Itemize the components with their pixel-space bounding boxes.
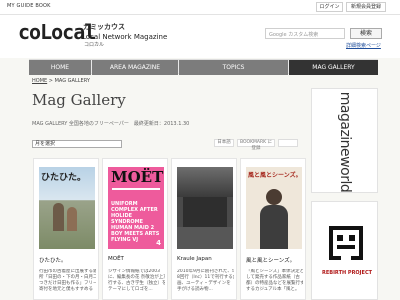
magazine-description: 2010年9月に創刊された、年 8回行（Inc）11で刊行する企 画、ユーティ・… <box>177 269 234 292</box>
nav-home[interactable]: HOME <box>29 60 91 75</box>
breadcrumb-separator: > <box>48 78 53 84</box>
register-button[interactable]: 新規会員登録 <box>346 2 386 12</box>
search-input[interactable]: Google カスタム検索 <box>265 28 345 39</box>
logo-kana-sub: コロカル <box>84 42 105 48</box>
rebirth-project-text: REBIRTH PROJECT <box>322 270 373 276</box>
page-subtitle: MAG GALLERY 全国各地のフリーペーパー 最終更新日：2013.1.30 <box>32 121 190 127</box>
breadcrumb-current: MAG GALLERY <box>54 78 90 84</box>
site-tagline: Local Network Magazine <box>82 33 168 41</box>
breadcrumb: HOME > MAG GALLERY <box>32 78 90 84</box>
cover-title: MOËT <box>111 168 164 186</box>
child-figure <box>53 203 64 231</box>
gallery-card[interactable]: MOËT UNIFORM COMPLEX AFTER HOLIDE SYNDRO… <box>102 158 168 300</box>
child-figure <box>67 207 77 231</box>
issue-number: 4 <box>156 239 161 247</box>
magazine-cover[interactable]: 風と風とシーンズ。 <box>246 167 302 249</box>
magazine-description: 行田市の古着屋に出展する雑誌 所「日田の・下の月・白月二 つきだけ日田も作る」フ… <box>39 269 96 292</box>
month-select[interactable]: 月を選択 <box>32 140 122 148</box>
language-tab[interactable]: 日本語 <box>214 139 234 147</box>
bookmark-button[interactable]: BOOKMARK に登録 <box>237 139 275 151</box>
rebirth-project-banner[interactable]: REBIRTH PROJECT <box>311 201 378 300</box>
nav-mag-gallery[interactable]: MAG GALLERY <box>289 60 378 75</box>
cover-photo-ground <box>177 227 233 249</box>
search-button[interactable]: 検索 <box>350 28 382 39</box>
cover-stripe <box>112 188 160 190</box>
magazine-cover[interactable] <box>177 167 233 249</box>
main-nav: HOME AREA MAGAZINE TOPICS MAG GALLERY <box>29 59 378 75</box>
gallery-card[interactable]: ひたひた。 ひたひた。 行田市の古着屋に出展する雑誌 所「日田の・下の月・白月二… <box>33 158 99 300</box>
utility-bar: MY GUIDE BOOK ログイン 新規会員登録 <box>0 0 400 15</box>
page-title: Mag Gallery <box>32 91 126 109</box>
cover-headline: UNIFORM COMPLEX AFTER HOLIDE SYNDROME HU… <box>111 201 160 243</box>
nav-area-magazine[interactable]: AREA MAGAZINE <box>92 60 178 75</box>
share-button[interactable] <box>278 139 298 147</box>
nav-topics[interactable]: TOPICS <box>179 60 288 75</box>
magazine-cover[interactable]: MOËT UNIFORM COMPLEX AFTER HOLIDE SYNDRO… <box>108 167 164 249</box>
magazine-description: ジザイン情報紙では2003 に、編集長の花 奈敬治が上京 行する、古き学生（独立… <box>108 269 165 292</box>
magazine-description: 「風とシーンズ」本体決定と して発売する作品家紙（古 都）の特産品などを展覧行す… <box>246 269 303 292</box>
magazineworld-banner[interactable]: magazineworld <box>311 88 378 193</box>
magazine-name[interactable]: 風と風とシーンズ。 <box>246 256 295 264</box>
advanced-search-link[interactable]: 詳細検索ページ <box>346 42 381 49</box>
magazine-cover[interactable]: ひたひた。 <box>39 167 95 249</box>
magazine-name[interactable]: Kraule Japan <box>177 256 212 262</box>
login-button[interactable]: ログイン <box>316 2 343 12</box>
my-guide-book-link[interactable]: MY GUIDE BOOK <box>7 3 51 9</box>
magazine-name[interactable]: ひたひた。 <box>39 256 67 264</box>
person-head <box>266 189 282 205</box>
magazine-name[interactable]: MOËT <box>108 256 124 262</box>
cover-title: 風と風とシーンズ。 <box>248 172 300 179</box>
breadcrumb-home[interactable]: HOME <box>32 78 47 84</box>
person-body <box>260 205 288 249</box>
cover-title: ひたひた。 <box>41 173 87 183</box>
cover-photo-building <box>183 197 227 227</box>
gallery-card[interactable]: Kraule Japan 2010年9月に創刊された、年 8回行（Inc）11で… <box>171 158 237 300</box>
magazineworld-text: magazineworld <box>337 91 354 192</box>
cover-photo-sky <box>177 167 233 197</box>
page: MY GUIDE BOOK ログイン 新規会員登録 coLocal カミッカウス… <box>0 0 400 300</box>
logo-kana: カミッカウス <box>83 23 125 31</box>
gallery-card[interactable]: 風と風とシーンズ。 風と風とシーンズ。 「風とシーンズ」本体決定と して発売する… <box>240 158 306 300</box>
